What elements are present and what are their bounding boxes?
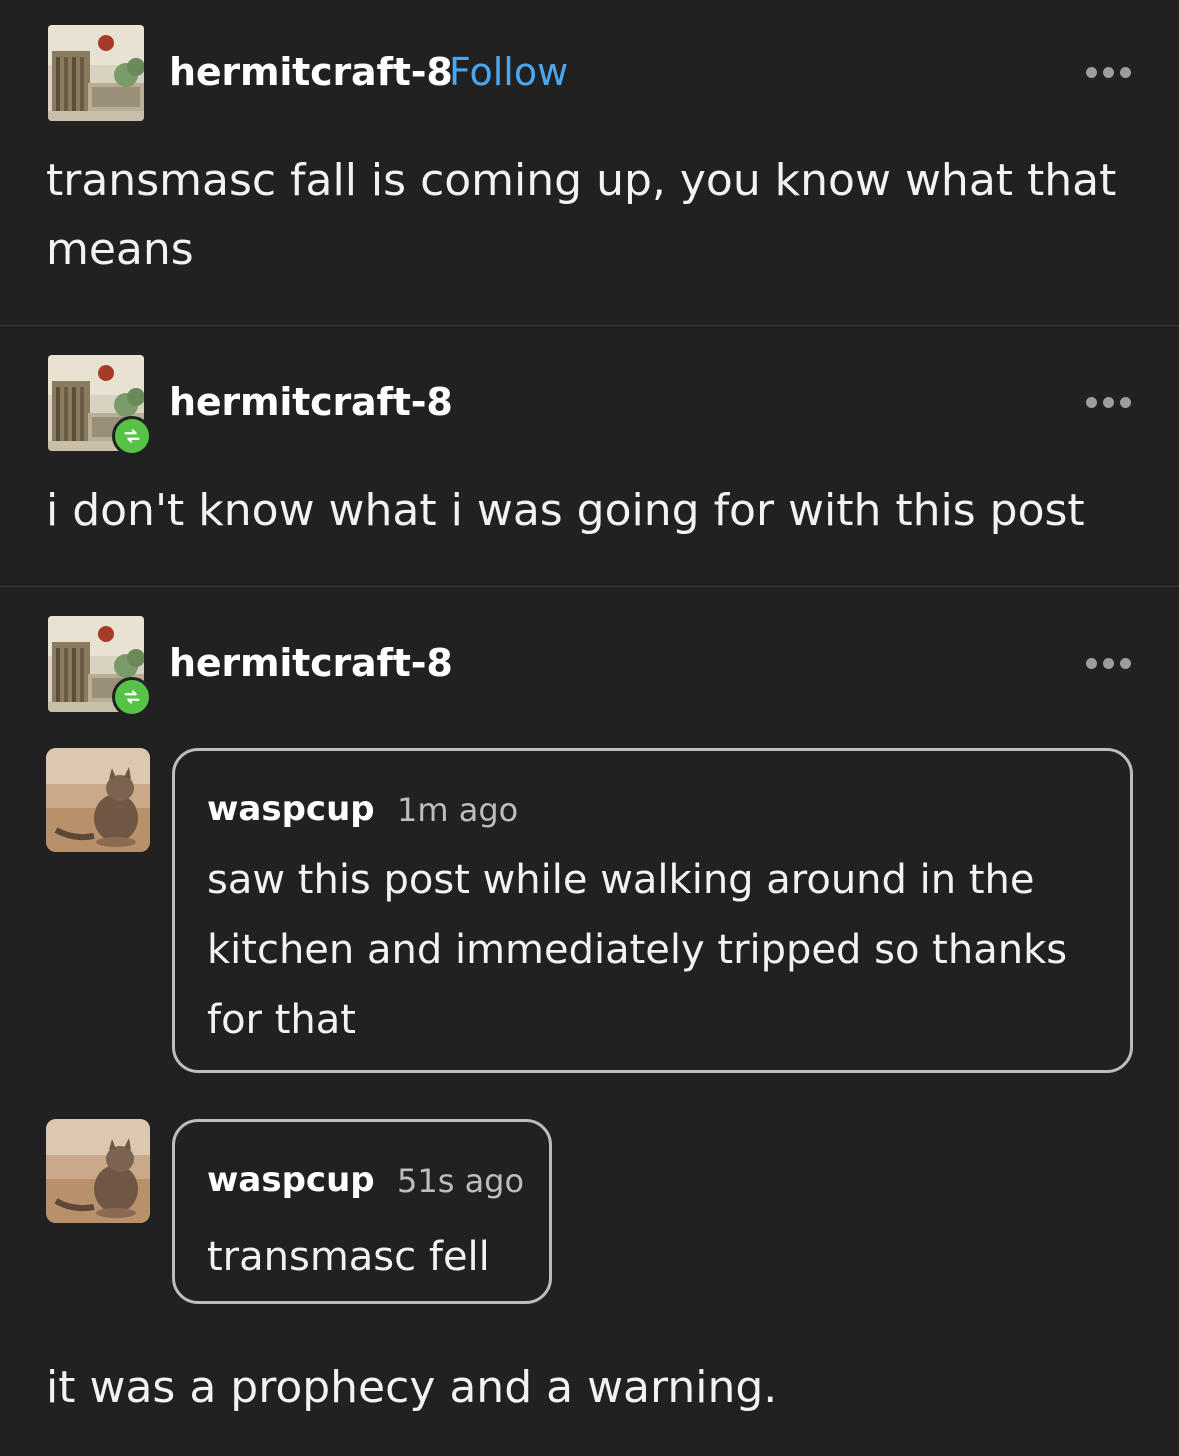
reblog-icon bbox=[112, 416, 152, 456]
reply-timestamp: 1m ago bbox=[397, 791, 519, 829]
reply-timestamp: 51s ago bbox=[397, 1162, 525, 1200]
more-options-icon[interactable] bbox=[1086, 658, 1131, 669]
reply-text: saw this post while walking around in th… bbox=[207, 857, 1068, 1043]
cat-avatar[interactable] bbox=[46, 1119, 150, 1223]
post-original: hermitcraft-8 Follow transmasc fall is c… bbox=[0, 0, 1179, 325]
post-text: i don't know what i was going for with t… bbox=[46, 485, 1085, 536]
post-text: it was a prophecy and a warning. bbox=[46, 1362, 778, 1413]
post-username[interactable]: hermitcraft-8 bbox=[169, 380, 453, 424]
reply-text: transmasc fell bbox=[207, 1234, 490, 1280]
post-username[interactable]: hermitcraft-8 bbox=[169, 641, 453, 685]
reply-username[interactable]: waspcup bbox=[207, 1160, 375, 1200]
hermitcraft-avatar[interactable] bbox=[48, 25, 144, 121]
post-text: transmasc fall is coming up, you know wh… bbox=[46, 155, 1117, 275]
more-options-icon[interactable] bbox=[1086, 67, 1131, 78]
reply-username[interactable]: waspcup bbox=[207, 789, 375, 829]
post-reblog-2: hermitcraft-8 waspcup 1m ago saw this po… bbox=[0, 587, 1179, 1456]
post-reblog-1: hermitcraft-8 i don't know what i was go… bbox=[0, 326, 1179, 586]
more-options-icon[interactable] bbox=[1086, 397, 1131, 408]
reblog-icon bbox=[112, 677, 152, 717]
follow-button[interactable]: Follow bbox=[449, 50, 568, 94]
cat-avatar[interactable] bbox=[46, 748, 150, 852]
reply-bubble: waspcup 1m ago saw this post while walki… bbox=[172, 748, 1133, 1073]
post-username[interactable]: hermitcraft-8 bbox=[169, 50, 453, 94]
reply-bubble: waspcup 51s ago transmasc fell bbox=[172, 1119, 552, 1304]
